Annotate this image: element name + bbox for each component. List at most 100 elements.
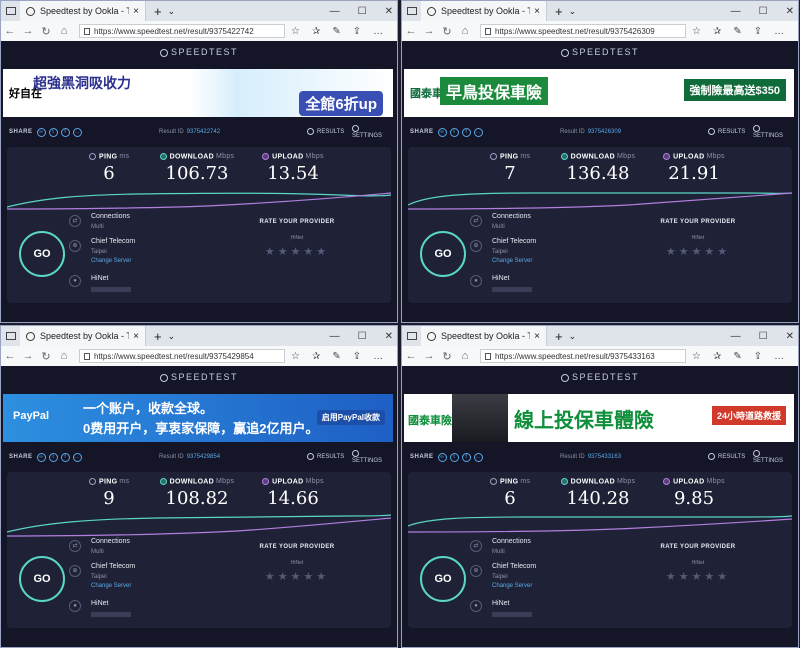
results-button[interactable]: RESULTS: [307, 453, 344, 461]
new-tab-icon[interactable]: +: [555, 4, 563, 19]
facebook-icon[interactable]: f: [60, 452, 70, 462]
go-button[interactable]: GO: [19, 556, 65, 602]
result-id-value[interactable]: 9375433163: [588, 454, 621, 460]
results-button[interactable]: RESULTS: [307, 128, 344, 136]
go-button[interactable]: GO: [420, 231, 466, 277]
rating-stars[interactable]: ★★★★★: [217, 245, 377, 258]
chevron-down-icon[interactable]: ⌄: [168, 6, 176, 17]
pen-icon[interactable]: ✎: [733, 26, 741, 37]
result-id-value[interactable]: 9375429854: [187, 454, 220, 460]
arrow-right-icon[interactable]: →: [420, 25, 438, 37]
arrow-right-icon[interactable]: →: [19, 25, 37, 37]
refresh-icon[interactable]: ↻: [438, 350, 456, 363]
minimize-icon[interactable]: —: [731, 331, 741, 342]
browser-tab[interactable]: Speedtest by Ookla - Th ×: [421, 1, 547, 21]
speedtest-logo[interactable]: SPEEDTEST: [402, 372, 798, 384]
pen-icon[interactable]: ✎: [332, 26, 340, 37]
close-window-icon[interactable]: ✕: [786, 331, 794, 342]
url-field[interactable]: https://www.speedtest.net/result/9375433…: [480, 349, 686, 363]
maximize-icon[interactable]: ☐: [759, 6, 768, 17]
home-icon[interactable]: ⌂: [456, 25, 474, 37]
rating-stars[interactable]: ★★★★★: [217, 570, 377, 583]
change-server-link[interactable]: Change Server: [91, 258, 131, 264]
chevron-down-icon[interactable]: ⌄: [569, 6, 577, 17]
favorites-icon[interactable]: ✰: [312, 26, 320, 37]
close-tab-icon[interactable]: ×: [133, 331, 139, 342]
star-icon[interactable]: ☆: [692, 351, 701, 362]
close-window-icon[interactable]: ✕: [786, 6, 794, 17]
result-id-value[interactable]: 9375426309: [588, 129, 621, 135]
link-icon[interactable]: ∞: [437, 127, 447, 137]
go-button[interactable]: GO: [420, 556, 466, 602]
close-window-icon[interactable]: ✕: [385, 6, 393, 17]
settings-button[interactable]: SETTINGS: [753, 450, 792, 464]
link-icon[interactable]: ∞: [36, 127, 46, 137]
pen-icon[interactable]: ✎: [733, 351, 741, 362]
tab-actions-icon[interactable]: [407, 7, 417, 15]
more-share-icon[interactable]: …: [72, 452, 82, 462]
url-field[interactable]: https://www.speedtest.net/result/9375422…: [79, 24, 285, 38]
share-icon[interactable]: ⇪: [353, 26, 361, 37]
ad-banner[interactable]: 國泰車險 線上投保車體險 24小時道路救援: [404, 394, 794, 442]
refresh-icon[interactable]: ↻: [37, 25, 55, 38]
star-icon[interactable]: ☆: [291, 351, 300, 362]
browser-tab[interactable]: Speedtest by Ookla - Th ×: [20, 326, 146, 346]
maximize-icon[interactable]: ☐: [358, 331, 367, 342]
more-share-icon[interactable]: …: [473, 127, 483, 137]
refresh-icon[interactable]: ↻: [37, 350, 55, 363]
share-icon[interactable]: ⇪: [754, 351, 762, 362]
url-field[interactable]: https://www.speedtest.net/result/9375429…: [79, 349, 285, 363]
link-icon[interactable]: ∞: [437, 452, 447, 462]
facebook-icon[interactable]: f: [60, 127, 70, 137]
arrow-left-icon[interactable]: ←: [402, 350, 420, 362]
speedtest-logo[interactable]: SPEEDTEST: [1, 372, 397, 384]
chevron-down-icon[interactable]: ⌄: [168, 331, 176, 342]
settings-button[interactable]: SETTINGS: [352, 450, 391, 464]
more-share-icon[interactable]: …: [72, 127, 82, 137]
minimize-icon[interactable]: —: [330, 331, 340, 342]
link-icon[interactable]: ∞: [36, 452, 46, 462]
new-tab-icon[interactable]: +: [154, 329, 162, 344]
facebook-icon[interactable]: f: [461, 452, 471, 462]
tab-actions-icon[interactable]: [6, 332, 16, 340]
speedtest-logo[interactable]: SPEEDTEST: [1, 47, 397, 59]
share-icon[interactable]: ⇪: [754, 26, 762, 37]
change-server-link[interactable]: Change Server: [492, 583, 532, 589]
share-icon[interactable]: ⇪: [353, 351, 361, 362]
chevron-down-icon[interactable]: ⌄: [569, 331, 577, 342]
twitter-icon[interactable]: t: [48, 452, 58, 462]
new-tab-icon[interactable]: +: [555, 329, 563, 344]
url-field[interactable]: https://www.speedtest.net/result/9375426…: [480, 24, 686, 38]
arrow-left-icon[interactable]: ←: [1, 25, 19, 37]
change-server-link[interactable]: Change Server: [492, 258, 532, 264]
pen-icon[interactable]: ✎: [332, 351, 340, 362]
refresh-icon[interactable]: ↻: [438, 25, 456, 38]
twitter-icon[interactable]: t: [48, 127, 58, 137]
close-tab-icon[interactable]: ×: [133, 6, 139, 17]
more-share-icon[interactable]: …: [473, 452, 483, 462]
star-icon[interactable]: ☆: [692, 26, 701, 37]
result-id-value[interactable]: 9375422742: [187, 129, 220, 135]
close-tab-icon[interactable]: ×: [534, 331, 540, 342]
home-icon[interactable]: ⌂: [55, 25, 73, 37]
ad-banner[interactable]: 好自在 超強黑洞吸收力 全館6折up: [3, 69, 393, 117]
arrow-left-icon[interactable]: ←: [402, 25, 420, 37]
go-button[interactable]: GO: [19, 231, 65, 277]
maximize-icon[interactable]: ☐: [358, 6, 367, 17]
star-icon[interactable]: ☆: [291, 26, 300, 37]
facebook-icon[interactable]: f: [461, 127, 471, 137]
favorites-icon[interactable]: ✰: [312, 351, 320, 362]
rating-stars[interactable]: ★★★★★: [618, 245, 778, 258]
more-icon[interactable]: …: [774, 351, 784, 362]
minimize-icon[interactable]: —: [731, 6, 741, 17]
twitter-icon[interactable]: t: [449, 452, 459, 462]
maximize-icon[interactable]: ☐: [759, 331, 768, 342]
twitter-icon[interactable]: t: [449, 127, 459, 137]
results-button[interactable]: RESULTS: [708, 453, 745, 461]
tab-actions-icon[interactable]: [6, 7, 16, 15]
home-icon[interactable]: ⌂: [55, 350, 73, 362]
home-icon[interactable]: ⌂: [456, 350, 474, 362]
arrow-right-icon[interactable]: →: [19, 350, 37, 362]
new-tab-icon[interactable]: +: [154, 4, 162, 19]
results-button[interactable]: RESULTS: [708, 128, 745, 136]
